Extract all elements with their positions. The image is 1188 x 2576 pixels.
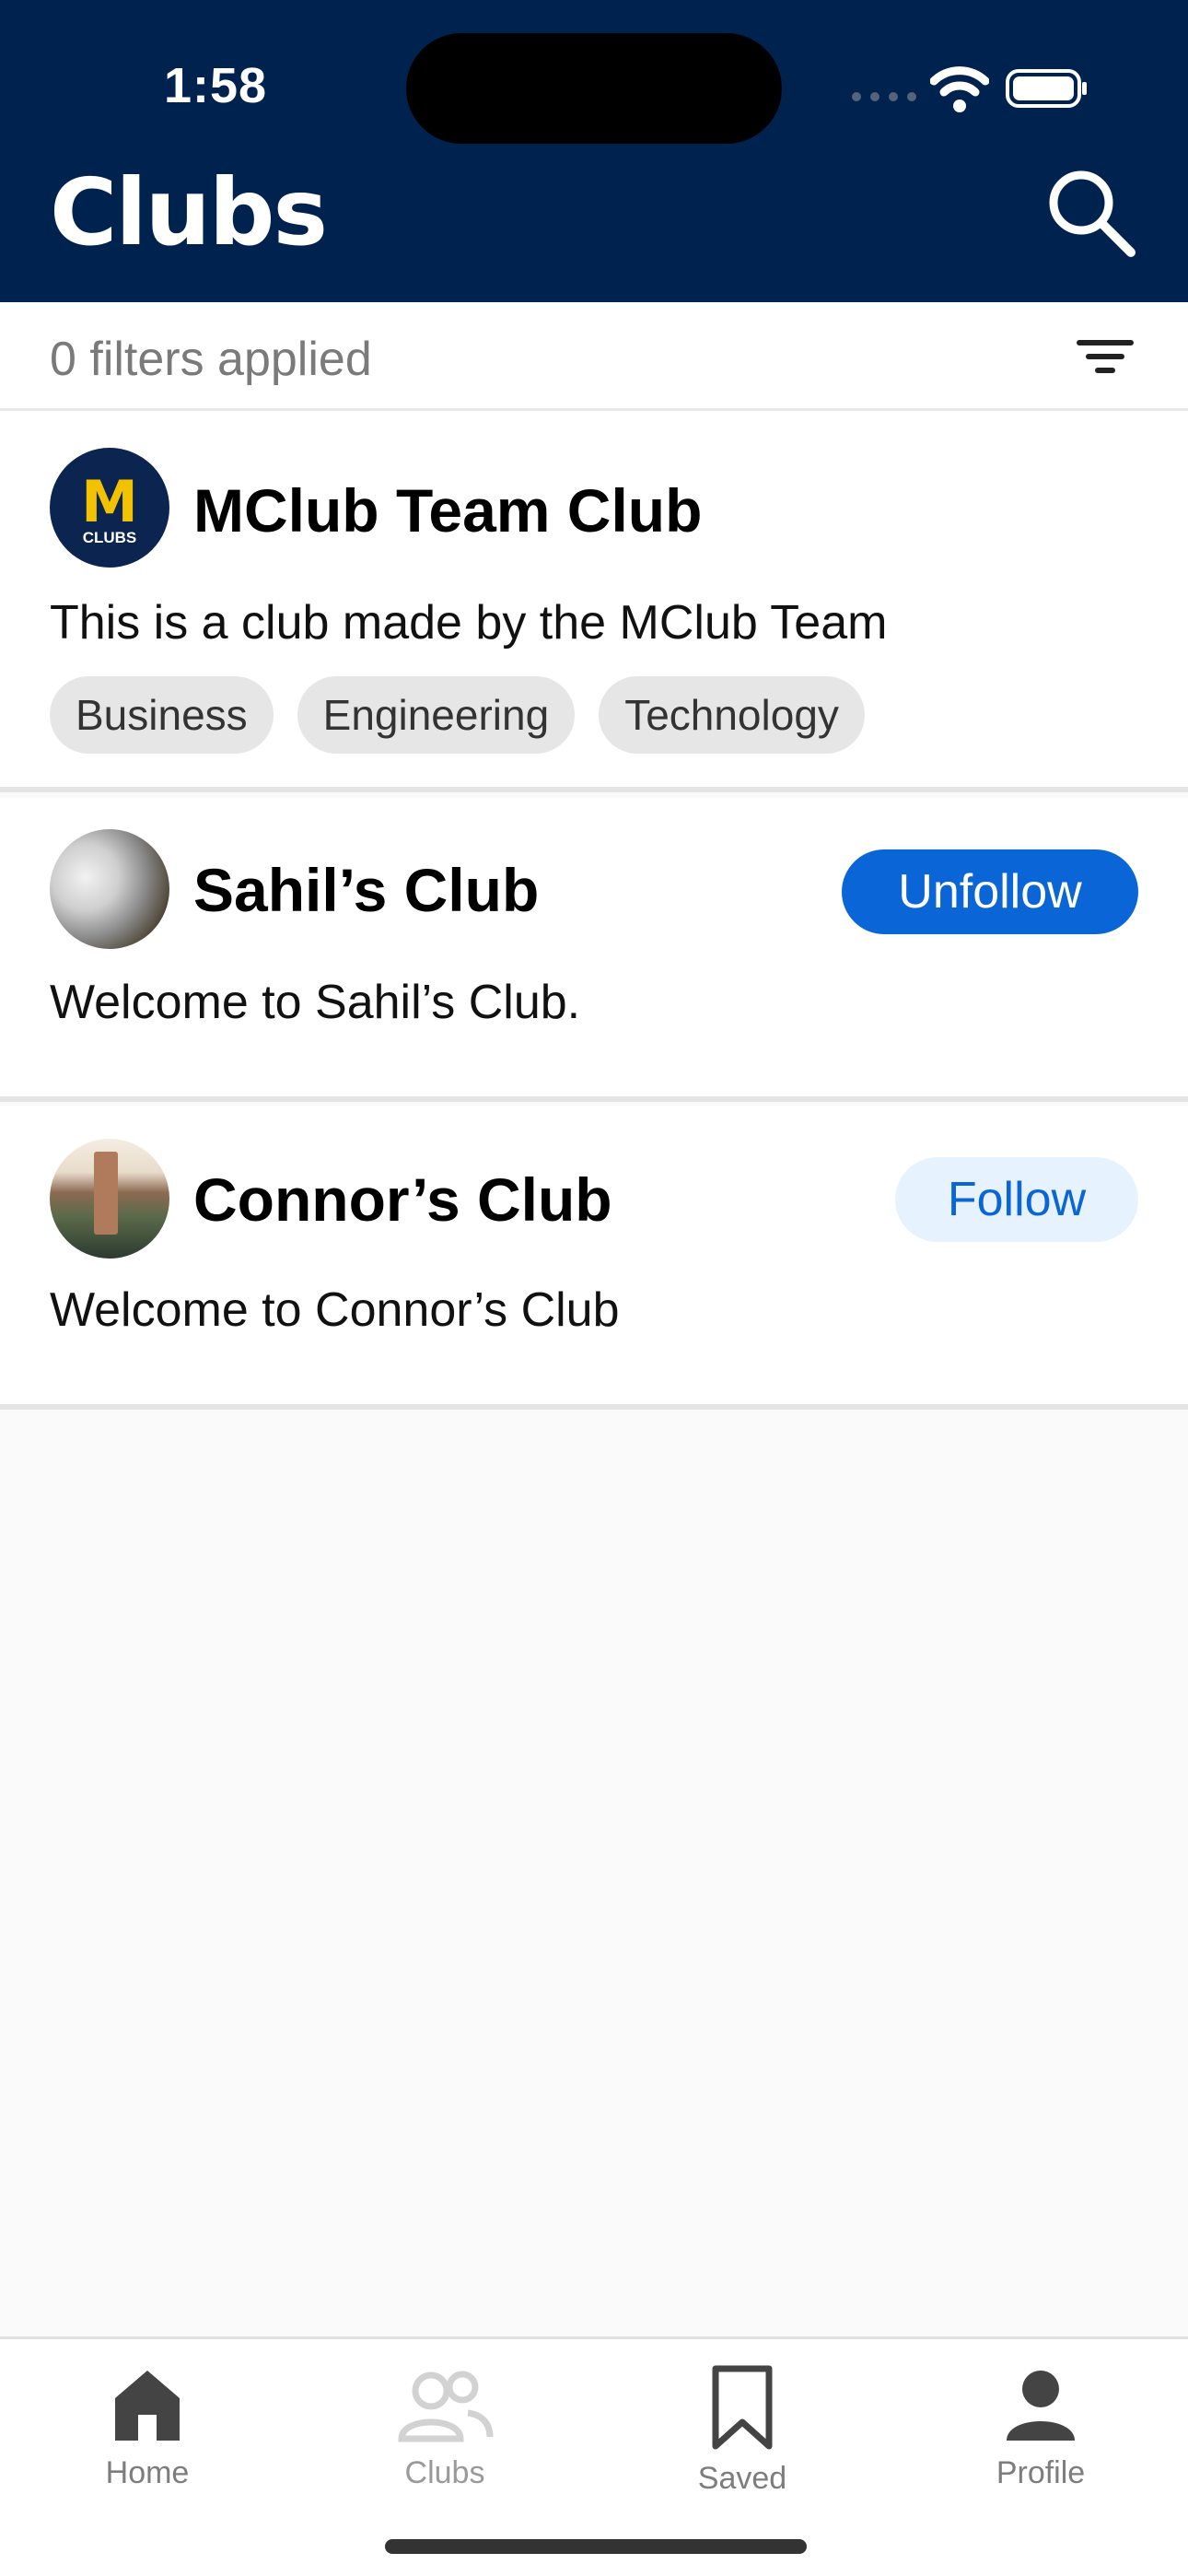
nav-clubs[interactable]: Clubs — [353, 2363, 537, 2491]
club-description: This is a club made by the MClub Team — [50, 596, 888, 650]
follow-button[interactable]: Follow — [895, 1157, 1138, 1242]
logo-letter: M — [81, 468, 138, 535]
tag-engineering[interactable]: Engineering — [297, 676, 576, 754]
tag-business[interactable]: Business — [50, 676, 274, 754]
nav-label: Clubs — [404, 2455, 485, 2490]
nav-label: Saved — [697, 2461, 787, 2496]
filter-bar: 0 filters applied — [0, 302, 1188, 411]
search-icon[interactable] — [1041, 162, 1142, 263]
filter-icon[interactable] — [1068, 324, 1142, 389]
home-icon — [115, 2371, 180, 2441]
club-description: Welcome to Connor’s Club — [50, 1283, 620, 1337]
bookmark-icon — [712, 2365, 773, 2450]
club-name[interactable]: MClub Team Club — [193, 475, 702, 545]
club-avatar-sahil — [50, 829, 169, 949]
nav-label: Profile — [996, 2455, 1086, 2490]
app-header: 1:58 Clubs — [0, 0, 1188, 302]
club-card-mclub-team[interactable]: M CLUBS MClub Team Club This is a club m… — [0, 411, 1188, 792]
wifi-icon — [930, 66, 989, 112]
cellular-signal-icon — [852, 92, 916, 101]
club-logo-mclub: M CLUBS — [50, 448, 169, 568]
clubs-icon — [398, 2371, 494, 2442]
unfollow-button[interactable]: Unfollow — [842, 849, 1138, 934]
club-card-connor[interactable]: Connor’s Club Follow Welcome to Connor’s… — [0, 1106, 1188, 1410]
dynamic-island — [406, 33, 782, 144]
nav-label: Home — [105, 2455, 190, 2490]
nav-saved[interactable]: Saved — [650, 2363, 834, 2497]
club-avatar-connor — [50, 1139, 169, 1259]
status-time: 1:58 — [164, 58, 268, 113]
battery-icon — [1006, 69, 1087, 108]
logo-text: CLUBS — [82, 529, 137, 546]
club-card-sahil[interactable]: Sahil’s Club Unfollow Welcome to Sahil’s… — [0, 798, 1188, 1102]
tag-technology[interactable]: Technology — [599, 676, 865, 754]
profile-icon — [1007, 2371, 1075, 2441]
nav-profile[interactable]: Profile — [949, 2363, 1133, 2491]
page-title: Clubs — [50, 158, 328, 266]
nav-home[interactable]: Home — [55, 2363, 239, 2491]
filters-applied-text: 0 filters applied — [50, 333, 372, 386]
club-name[interactable]: Connor’s Club — [193, 1165, 612, 1235]
club-name[interactable]: Sahil’s Club — [193, 855, 539, 925]
club-description: Welcome to Sahil’s Club. — [50, 976, 581, 1029]
home-indicator — [385, 2539, 807, 2554]
tag-list: Business Engineering Technology — [50, 676, 865, 754]
